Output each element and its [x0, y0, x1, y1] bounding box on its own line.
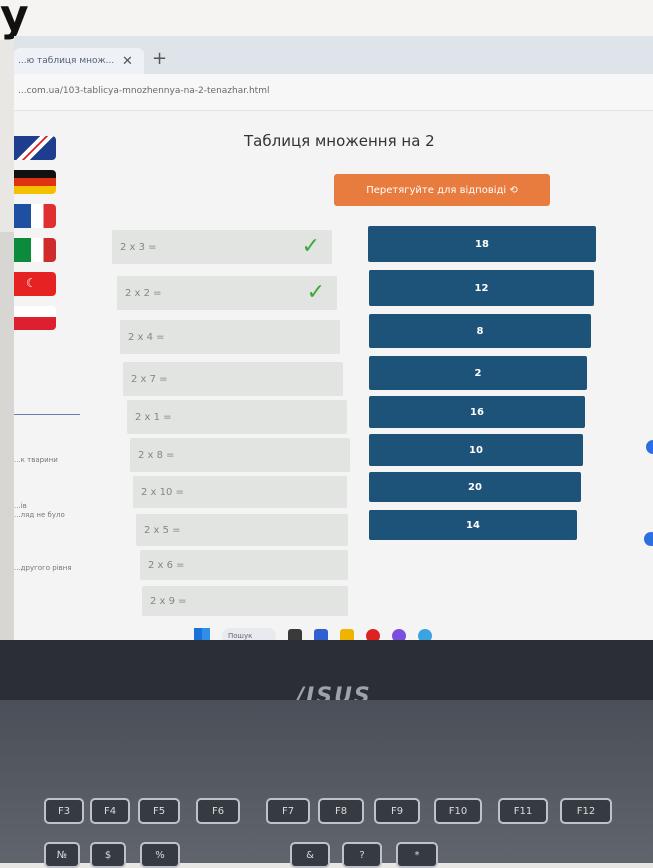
key-f3[interactable]: F3	[44, 798, 84, 824]
answer-tile[interactable]: 2	[369, 356, 587, 390]
url-text: ...com.ua/103-tablicya-mnozhennya-na-2-t…	[18, 86, 270, 96]
answer-tile[interactable]: 16	[369, 396, 585, 428]
language-flags: ☾	[14, 136, 58, 340]
checkmark-icon: ✓	[301, 234, 320, 259]
close-icon[interactable]: ✕	[122, 54, 133, 69]
flag-italy-icon[interactable]	[14, 238, 56, 262]
sidebar-text-2[interactable]: ...ів ...ляд не було	[14, 502, 65, 520]
key-percent[interactable]: %	[140, 842, 180, 868]
key-dollar[interactable]: $	[90, 842, 126, 868]
drag-hint-button[interactable]: Перетягуйте для відповіді ⟲	[334, 174, 550, 206]
key-asterisk[interactable]: *	[396, 842, 438, 868]
question-text: 2 x 7 =	[131, 373, 168, 385]
chrome-icon[interactable]	[418, 629, 432, 640]
key-number[interactable]: №	[44, 842, 80, 868]
edge-browser-icon[interactable]	[314, 629, 328, 640]
new-tab-icon[interactable]: +	[152, 48, 167, 69]
heading-fragment: у	[0, 0, 30, 41]
laptop-keyboard-deck: F3 F4 F5 F6 F7 F8 F9 F10 F11 F12 № $ % &…	[0, 700, 653, 868]
key-f8[interactable]: F8	[318, 798, 364, 824]
checkmark-icon: ✓	[306, 280, 325, 305]
key-question[interactable]: ?	[342, 842, 382, 868]
question-card[interactable]: 2 x 8 =	[130, 438, 350, 472]
laptop-screen: ...ю таблиця множ... ✕ + ...com.ua/103-t…	[14, 36, 653, 640]
flag-turkey-icon[interactable]: ☾	[14, 272, 56, 296]
page-title: Таблиця множення на 2	[244, 132, 435, 150]
question-text: 2 x 2 =	[125, 287, 162, 299]
question-card[interactable]: 2 x 7 =	[123, 362, 343, 396]
flag-uk-icon[interactable]	[14, 136, 56, 160]
question-card[interactable]: 2 x 4 =	[120, 320, 340, 354]
question-card[interactable]: 2 x 2 = ✓	[117, 276, 337, 310]
opera-icon[interactable]	[366, 629, 380, 640]
question-text: 2 x 10 =	[141, 486, 184, 498]
avatar-icon	[646, 440, 653, 454]
flag-france-icon[interactable]	[14, 204, 56, 228]
key-f6[interactable]: F6	[196, 798, 240, 824]
key-f10[interactable]: F10	[434, 798, 482, 824]
browser-tab[interactable]: ...ю таблиця множ... ✕	[14, 48, 144, 74]
question-card[interactable]: 2 x 6 =	[140, 550, 348, 580]
os-taskbar: Пошук	[194, 624, 514, 640]
flag-germany-icon[interactable]	[14, 170, 56, 194]
question-card[interactable]: 2 x 1 =	[127, 400, 347, 434]
question-text: 2 x 3 =	[120, 241, 157, 253]
folder-icon[interactable]	[340, 629, 354, 640]
sidebar-text-3[interactable]: ...другого рівня	[14, 564, 72, 573]
tab-title: ...ю таблиця множ...	[18, 56, 115, 66]
windows-start-icon[interactable]	[194, 628, 210, 640]
key-f12[interactable]: F12	[560, 798, 612, 824]
answer-tile[interactable]: 18	[368, 226, 596, 262]
address-bar[interactable]: ...com.ua/103-tablicya-mnozhennya-na-2-t…	[14, 74, 653, 111]
question-text: 2 x 1 =	[135, 411, 172, 423]
photo-top-strip: у	[0, 0, 653, 41]
key-f11[interactable]: F11	[498, 798, 548, 824]
answer-tile[interactable]: 10	[369, 434, 583, 466]
file-explorer-icon[interactable]	[288, 629, 302, 640]
sidebar-text-1[interactable]: ...к тварини	[14, 456, 58, 465]
key-ampersand[interactable]: &	[290, 842, 330, 868]
avatar-icon	[644, 532, 653, 546]
question-text: 2 x 4 =	[128, 331, 165, 343]
answer-tile[interactable]: 14	[369, 510, 577, 540]
search-label: Пошук	[228, 632, 253, 640]
sidebar-divider	[14, 414, 80, 415]
question-text: 2 x 5 =	[144, 524, 181, 536]
question-card[interactable]: 2 x 9 =	[142, 586, 348, 616]
answer-tile[interactable]: 20	[369, 472, 581, 502]
answer-tile[interactable]: 8	[369, 314, 591, 348]
answer-tile[interactable]: 12	[369, 270, 594, 306]
key-f5[interactable]: F5	[138, 798, 180, 824]
question-text: 2 x 6 =	[148, 559, 185, 571]
key-f4[interactable]: F4	[90, 798, 130, 824]
key-f9[interactable]: F9	[374, 798, 420, 824]
question-text: 2 x 9 =	[150, 595, 187, 607]
question-text: 2 x 8 =	[138, 449, 175, 461]
key-f7[interactable]: F7	[266, 798, 310, 824]
question-card[interactable]: 2 x 3 = ✓	[112, 230, 332, 264]
app-icon[interactable]	[392, 629, 406, 640]
question-card[interactable]: 2 x 5 =	[136, 514, 348, 546]
question-card[interactable]: 2 x 10 =	[133, 476, 347, 508]
taskbar-search[interactable]: Пошук	[222, 628, 276, 640]
browser-tabbar: ...ю таблиця множ... ✕ +	[14, 36, 653, 74]
flag-poland-icon[interactable]	[14, 306, 56, 330]
